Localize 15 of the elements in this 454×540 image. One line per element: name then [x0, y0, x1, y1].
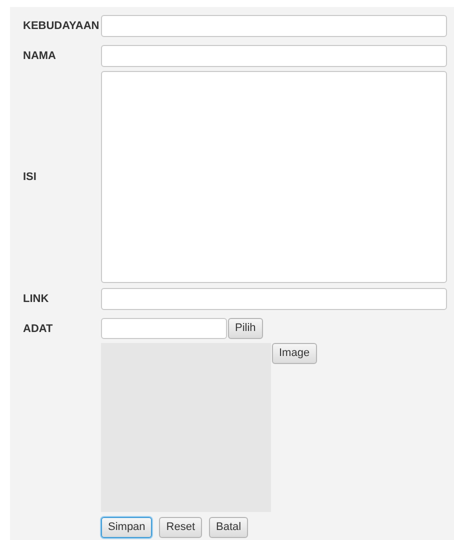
action-button[interactable]: Batal: [209, 517, 248, 538]
input-field[interactable]: [101, 45, 447, 67]
field-label: ADAT: [23, 323, 53, 335]
field-label: NAMA: [23, 50, 56, 62]
field-label: KEBUDAYAAN: [23, 20, 100, 32]
field-label: ISI: [23, 170, 36, 183]
input-field[interactable]: [101, 288, 447, 310]
action-button[interactable]: Reset: [159, 517, 202, 538]
action-button[interactable]: Simpan: [101, 517, 152, 538]
input-field[interactable]: [101, 15, 447, 37]
input-field[interactable]: [101, 318, 227, 339]
choose-button[interactable]: Pilih: [228, 318, 263, 339]
field-label: LINK: [23, 292, 49, 305]
image-button[interactable]: Image: [272, 343, 317, 364]
text-area[interactable]: [101, 71, 447, 283]
